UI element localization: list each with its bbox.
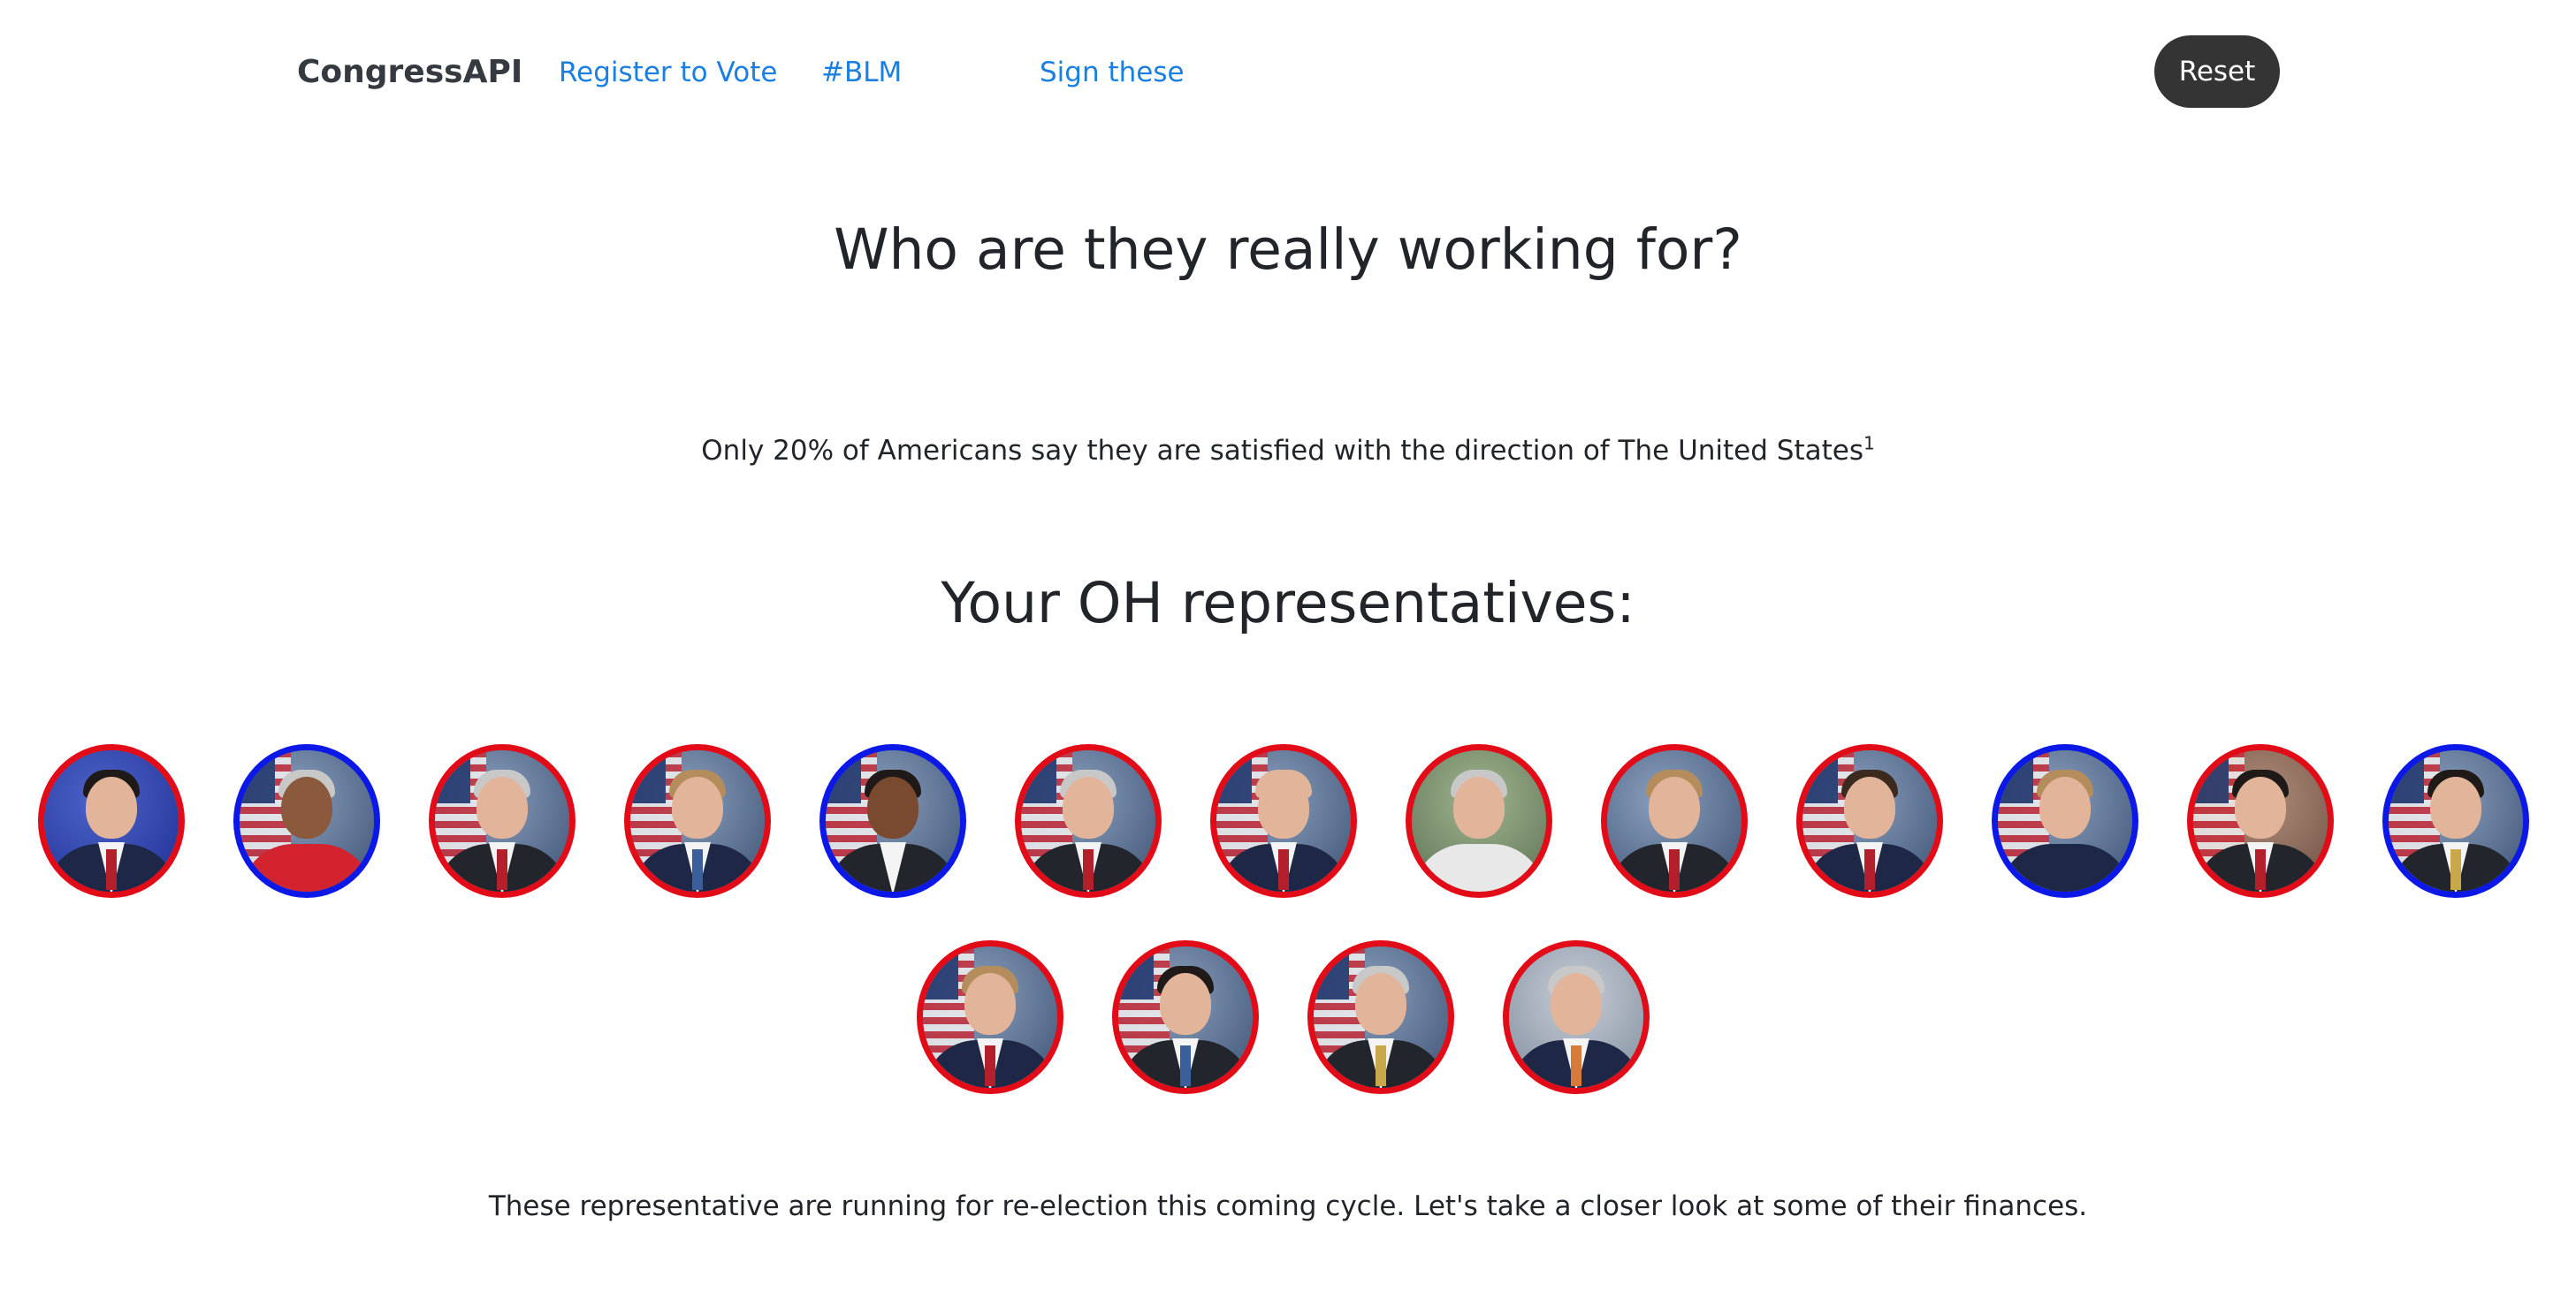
satisfaction-stat-text: Only 20% of Americans say they are satis… bbox=[701, 435, 1863, 467]
nav-link-sign-these[interactable]: Sign these bbox=[1040, 49, 1185, 95]
nav-link-blm[interactable]: #BLM bbox=[821, 49, 902, 95]
representative-avatar[interactable] bbox=[624, 744, 771, 898]
page: CongressAPI Register to Vote #BLM Sign t… bbox=[0, 0, 2576, 1315]
representative-avatar[interactable] bbox=[2187, 744, 2334, 898]
representative-avatar[interactable] bbox=[429, 744, 575, 898]
representative-avatar[interactable] bbox=[917, 940, 1063, 1094]
representative-avatar[interactable] bbox=[1112, 940, 1259, 1094]
brand-logo[interactable]: CongressAPI bbox=[297, 49, 522, 95]
representative-avatar[interactable] bbox=[1503, 940, 1650, 1094]
representative-avatar[interactable] bbox=[1307, 940, 1454, 1094]
representative-avatar[interactable] bbox=[2382, 744, 2529, 898]
representative-avatar[interactable] bbox=[1601, 744, 1748, 898]
representative-avatar[interactable] bbox=[1015, 744, 1162, 898]
navbar: CongressAPI Register to Vote #BLM Sign t… bbox=[0, 0, 2576, 145]
representative-avatar[interactable] bbox=[819, 744, 966, 898]
representative-avatar[interactable] bbox=[1406, 744, 1552, 898]
re-election-note: These representative are running for re-… bbox=[488, 1190, 2088, 1222]
representatives-heading: Your OH representatives: bbox=[941, 571, 1635, 635]
representative-avatar[interactable] bbox=[1210, 744, 1357, 898]
representative-avatar[interactable] bbox=[1796, 744, 1943, 898]
nav-link-register-to-vote[interactable]: Register to Vote bbox=[559, 49, 777, 95]
representative-avatar[interactable] bbox=[233, 744, 380, 898]
representative-avatar[interactable] bbox=[1992, 744, 2138, 898]
footnote-marker[interactable]: 1 bbox=[1863, 433, 1875, 454]
satisfaction-stat: Only 20% of Americans say they are satis… bbox=[0, 429, 2576, 472]
representative-avatar[interactable] bbox=[38, 744, 185, 898]
page-title: Who are they really working for? bbox=[834, 217, 1742, 282]
reset-button[interactable]: Reset bbox=[2154, 35, 2280, 108]
